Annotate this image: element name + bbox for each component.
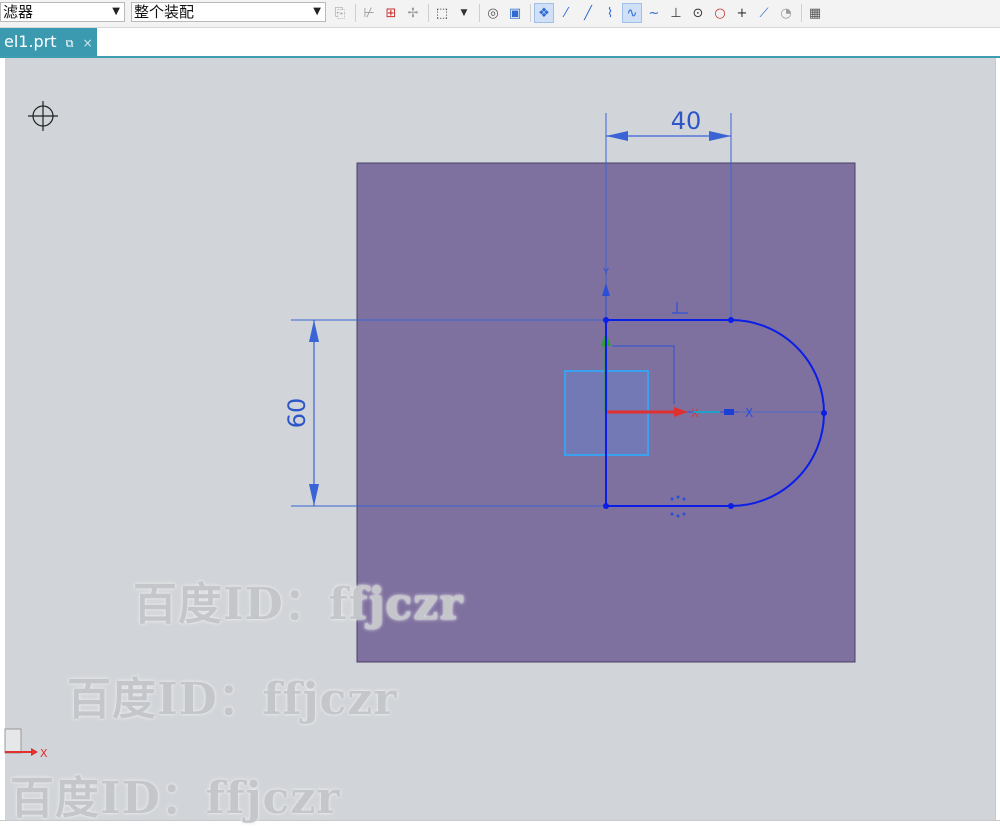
- svg-text:X: X: [691, 407, 699, 420]
- watermark-text: 百度ID：ffjczr: [67, 674, 398, 725]
- csys-x-label: X: [40, 747, 48, 760]
- watermark-text: 百度ID：ffjczr: [10, 773, 341, 824]
- x-axis-label: X: [745, 406, 753, 420]
- dimension-horizontal[interactable]: 40: [606, 107, 731, 141]
- crosshair-cursor-icon: [28, 101, 58, 131]
- y-axis-label: Y: [602, 267, 610, 278]
- watermark-text: 百度ID：ffjczr: [133, 579, 464, 630]
- dimension-60-label[interactable]: 60: [283, 398, 311, 429]
- view-triad: X: [4, 728, 48, 760]
- dimension-40-label[interactable]: 40: [671, 107, 702, 135]
- dimension-vertical[interactable]: 60: [283, 320, 319, 506]
